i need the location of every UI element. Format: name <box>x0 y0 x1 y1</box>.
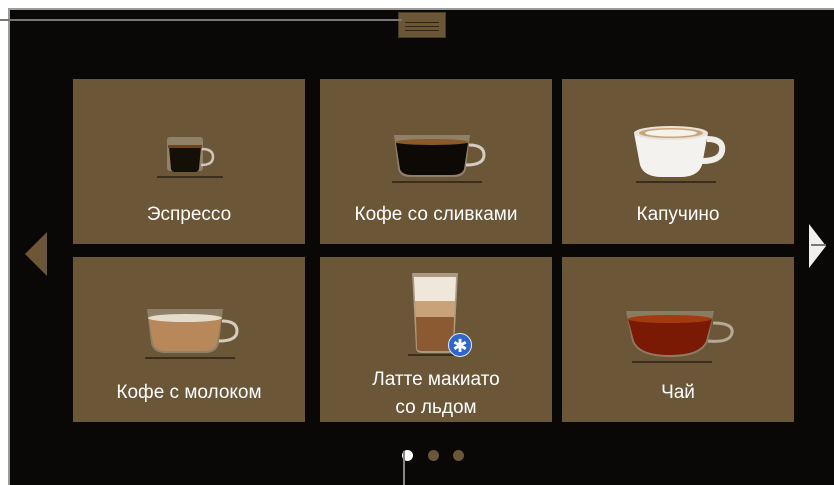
product-label: Кофе со сливками <box>354 204 518 225</box>
coffee-cup-icon <box>392 135 486 183</box>
chevron-left-icon[interactable] <box>25 232 47 276</box>
callout-line-right <box>811 244 826 246</box>
app-screen: Эспрессо Кофе со сливками Капучино Кофе … <box>8 8 834 485</box>
espresso-cup-icon <box>157 137 223 178</box>
product-tile-cappuccino[interactable]: Капучино <box>562 79 794 244</box>
product-label: Капучино <box>636 204 720 225</box>
product-tile-coffee-milk[interactable]: Кофе с молоком <box>73 257 305 422</box>
snowflake-icon: ✱ <box>448 333 472 357</box>
product-tile-espresso[interactable]: Эспрессо <box>73 79 305 244</box>
tea-cup-icon <box>626 311 734 363</box>
product-tile-tea[interactable]: Чай <box>562 257 794 422</box>
product-label-line2: со льдом <box>395 397 477 418</box>
coffee-with-milk-cup-icon <box>145 309 239 359</box>
product-label: Кофе с молоком <box>116 382 262 403</box>
page-dot-3[interactable] <box>453 450 464 461</box>
product-label-line1: Латте макиато <box>372 369 500 390</box>
chevron-right-icon[interactable] <box>809 224 826 268</box>
product-tile-iced-latte[interactable]: ✱ Латте макиато со льдом <box>320 257 552 422</box>
product-tile-coffee-cream[interactable]: Кофе со сливками <box>320 79 552 244</box>
product-label: Эспрессо <box>146 204 232 225</box>
callout-line-bottom <box>403 451 405 485</box>
page-dot-2[interactable] <box>428 450 439 461</box>
callout-line-top <box>0 19 402 21</box>
cappuccino-cup-icon <box>634 126 726 183</box>
pull-down-handle-icon[interactable] <box>398 12 446 38</box>
product-label: Чай <box>661 382 695 403</box>
